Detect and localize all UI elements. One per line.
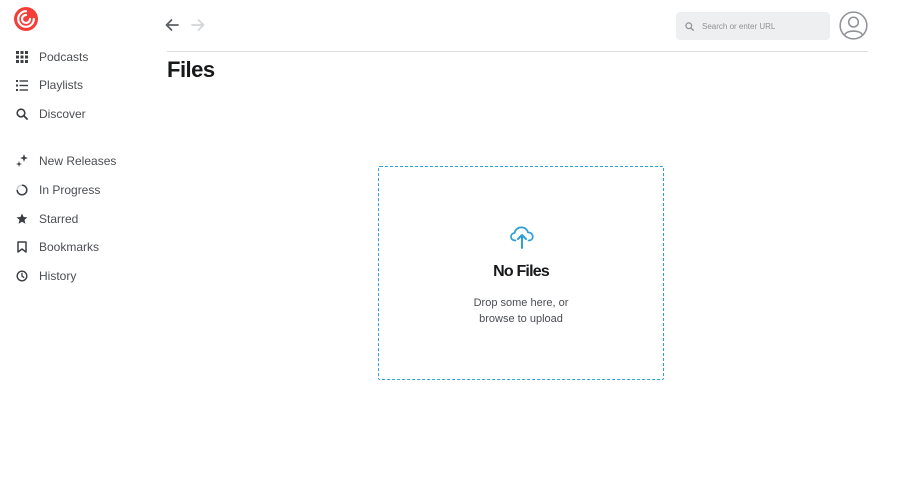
sidebar-item-label: In Progress xyxy=(39,183,101,197)
sidebar-item-label: Podcasts xyxy=(39,50,89,64)
sidebar-item-label: Starred xyxy=(39,212,79,226)
user-avatar-icon[interactable] xyxy=(839,11,868,40)
empty-state-title: No Files xyxy=(493,263,550,280)
sidebar-item-label: Discover xyxy=(39,107,86,121)
sidebar-item-new-releases[interactable]: New Releases xyxy=(14,150,116,172)
bookmark-icon xyxy=(14,239,30,255)
sidebar-item-label: New Releases xyxy=(39,154,117,168)
sidebar-item-label: History xyxy=(39,269,77,283)
header-divider xyxy=(167,51,868,52)
sidebar-item-history[interactable]: History xyxy=(14,265,76,287)
page-title: Files xyxy=(167,57,215,82)
empty-state-description: Drop some here, or browse to upload xyxy=(379,295,663,327)
file-drop-zone[interactable]: No Files Drop some here, or browse to up… xyxy=(378,166,664,380)
forward-arrow-icon[interactable] xyxy=(189,16,207,34)
grid-icon xyxy=(14,49,30,65)
clock-icon xyxy=(14,268,30,284)
sidebar-item-label: Playlists xyxy=(39,78,84,92)
search-icon xyxy=(14,106,30,122)
sidebar-item-discover[interactable]: Discover xyxy=(14,103,86,125)
sidebar-item-bookmarks[interactable]: Bookmarks xyxy=(14,236,99,258)
progress-circle-icon xyxy=(14,182,30,198)
star-icon xyxy=(14,211,30,227)
search-bar[interactable] xyxy=(676,12,830,40)
back-arrow-icon[interactable] xyxy=(163,16,181,34)
sidebar-item-podcasts[interactable]: Podcasts xyxy=(14,46,88,68)
search-input[interactable] xyxy=(700,20,824,32)
list-icon xyxy=(14,77,30,93)
sidebar-item-label: Bookmarks xyxy=(39,240,100,254)
pocket-casts-logo-icon[interactable] xyxy=(14,7,38,31)
browse-upload-link[interactable]: browse to upload xyxy=(379,311,663,327)
sparkle-icon xyxy=(14,153,30,169)
sidebar-item-in-progress[interactable]: In Progress xyxy=(14,179,100,201)
sidebar-item-playlists[interactable]: Playlists xyxy=(14,74,83,96)
cloud-upload-icon xyxy=(510,226,534,249)
search-icon xyxy=(685,21,694,31)
empty-state-line: Drop some here, or xyxy=(473,297,569,309)
sidebar-item-starred[interactable]: Starred xyxy=(14,208,78,230)
